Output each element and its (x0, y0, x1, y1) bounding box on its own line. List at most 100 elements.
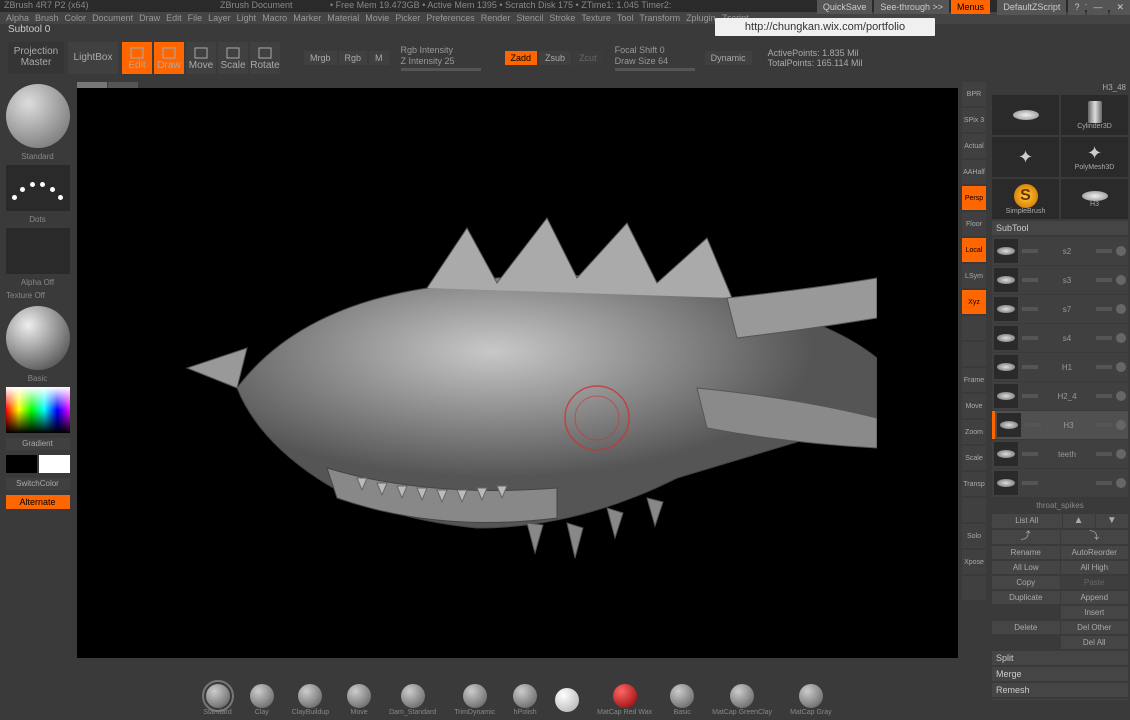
nav-up-icon[interactable]: ⤴ (992, 530, 1060, 544)
all-high-button[interactable]: All High (1061, 561, 1129, 574)
rename-button[interactable]: Rename (992, 546, 1060, 559)
rightbar-bpr[interactable]: BPR (962, 82, 986, 106)
material-dam_standard[interactable]: Dam_Standard (389, 684, 436, 716)
subtool-item[interactable] (992, 469, 1128, 497)
split-section[interactable]: Split (992, 651, 1128, 665)
material-basic[interactable]: Basic (670, 684, 694, 716)
visibility-icon[interactable] (1116, 304, 1126, 314)
mrgb-mode[interactable]: Mrgb (304, 51, 337, 65)
menu-edit[interactable]: Edit (166, 13, 182, 23)
rightbar-btn19[interactable] (962, 576, 986, 600)
visibility-icon[interactable] (1116, 246, 1126, 256)
menu-transform[interactable]: Transform (639, 13, 680, 23)
menu-preferences[interactable]: Preferences (426, 13, 475, 23)
menu-stencil[interactable]: Stencil (516, 13, 543, 23)
rightbar-scale[interactable]: Scale (962, 446, 986, 470)
menu-alpha[interactable]: Alpha (6, 13, 29, 23)
material-trimdynamic[interactable]: TrimDynamic (454, 684, 495, 716)
move-button[interactable]: Move (186, 42, 216, 74)
swatch-white[interactable] (39, 455, 70, 473)
material-claybuildup[interactable]: ClayBuildup (292, 684, 329, 716)
autoreorder-button[interactable]: AutoReorder (1061, 546, 1129, 559)
help-icon[interactable]: ? (1068, 0, 1085, 15)
rightbar-xpose[interactable]: Xpose (962, 550, 986, 574)
swatch-black[interactable] (6, 455, 37, 473)
material-matcap-greenclay[interactable]: MatCap GreenClay (712, 684, 772, 716)
rightbar-btn16[interactable] (962, 498, 986, 522)
menu-tool[interactable]: Tool (617, 13, 634, 23)
rightbar-lsym[interactable]: LSym (962, 264, 986, 288)
alpha-preview[interactable] (6, 228, 70, 274)
rightbar-xyz[interactable]: Xyz (962, 290, 986, 314)
menu-picker[interactable]: Picker (395, 13, 420, 23)
visibility-icon[interactable] (1116, 478, 1126, 488)
rightbar-frame[interactable]: Frame (962, 368, 986, 392)
gradient-button[interactable]: Gradient (6, 438, 70, 450)
tool-st[interactable] (992, 95, 1059, 135)
min-icon[interactable]: — (1087, 0, 1108, 15)
visibility-icon[interactable] (1116, 275, 1126, 285)
move-up-icon[interactable]: ▲ (1063, 514, 1095, 528)
draw-button[interactable]: Draw (154, 42, 184, 74)
rightbar-btn9[interactable] (962, 316, 986, 340)
menu-render[interactable]: Render (481, 13, 511, 23)
subtool-teeth[interactable]: teeth (992, 440, 1128, 468)
menu-brush[interactable]: Brush (35, 13, 59, 23)
material-preview[interactable] (6, 306, 70, 370)
draw-size[interactable]: Draw Size 64 (615, 56, 695, 66)
visibility-icon[interactable] (1116, 362, 1126, 372)
material-blank[interactable] (555, 688, 579, 713)
subtool-s3[interactable]: s3 (992, 266, 1128, 294)
focal-shift[interactable]: Focal Shift 0 (615, 45, 695, 55)
visibility-icon[interactable] (1116, 333, 1126, 343)
menu-file[interactable]: File (188, 13, 203, 23)
menu-zplugin[interactable]: Zplugin (686, 13, 716, 23)
menu-marker[interactable]: Marker (293, 13, 321, 23)
duplicate-button[interactable]: Duplicate (992, 591, 1060, 604)
subtool-s7[interactable]: s7 (992, 295, 1128, 323)
nav-down-icon[interactable]: ⤵ (1061, 530, 1129, 544)
subtool-header[interactable]: SubTool (992, 221, 1128, 235)
visibility-icon[interactable] (1116, 449, 1126, 459)
tool-cylinder3d[interactable]: Cylinder3D (1061, 95, 1128, 135)
delete-button[interactable]: Delete (992, 621, 1060, 634)
menu-movie[interactable]: Movie (365, 13, 389, 23)
material-hpolish[interactable]: hPolish (513, 684, 537, 716)
material-matcap-red-wax[interactable]: MatCap Red Wax (597, 684, 652, 716)
all-low-button[interactable]: All Low (992, 561, 1060, 574)
tool-polymesh3d[interactable]: ✦PolyMesh3D (1061, 137, 1128, 177)
rightbar-local[interactable]: Local (962, 238, 986, 262)
subtool-s2[interactable]: s2 (992, 237, 1128, 265)
rightbar-solo[interactable]: Solo (962, 524, 986, 548)
material-move[interactable]: Move (347, 684, 371, 716)
append-button[interactable]: Append (1061, 591, 1129, 604)
scale-button[interactable]: Scale (218, 42, 248, 74)
rightbar-zoom[interactable]: Zoom (962, 420, 986, 444)
material-matcap-gray[interactable]: MatCap Gray (790, 684, 832, 716)
edit-button[interactable]: Edit (122, 42, 152, 74)
del-other-button[interactable]: Del Other (1061, 621, 1129, 634)
subtool-H3[interactable]: H3 (992, 411, 1128, 439)
brush-preview[interactable] (6, 84, 70, 148)
rightbar-spix 3[interactable]: SPix 3 (962, 108, 986, 132)
close2-icon[interactable]: ✕ (1110, 0, 1130, 15)
rightbar-btn10[interactable] (962, 342, 986, 366)
quicksave-button[interactable]: QuickSave (817, 0, 873, 14)
menu-material[interactable]: Material (327, 13, 359, 23)
visibility-icon[interactable] (1116, 391, 1126, 401)
switchcolor-button[interactable]: SwitchColor (6, 478, 70, 490)
remesh-section[interactable]: Remesh (992, 683, 1128, 697)
rightbar-persp[interactable]: Persp (962, 186, 986, 210)
menu-layer[interactable]: Layer (208, 13, 231, 23)
dynamic-toggle[interactable]: Dynamic (705, 51, 752, 65)
move-down-icon[interactable]: ▼ (1096, 514, 1128, 528)
material-standard[interactable]: Standard (203, 684, 231, 716)
menu-stroke[interactable]: Stroke (549, 13, 575, 23)
tool-h3[interactable]: H3 (1061, 179, 1128, 219)
subtool-H2_4[interactable]: H2_4 (992, 382, 1128, 410)
projection-master[interactable]: ProjectionMaster (8, 42, 64, 74)
tool-simplebrush[interactable]: SSimpleBrush (992, 179, 1059, 219)
insert-button[interactable]: Insert (1061, 606, 1129, 619)
list-all-button[interactable]: List All (992, 514, 1062, 528)
menu-texture[interactable]: Texture (581, 13, 611, 23)
